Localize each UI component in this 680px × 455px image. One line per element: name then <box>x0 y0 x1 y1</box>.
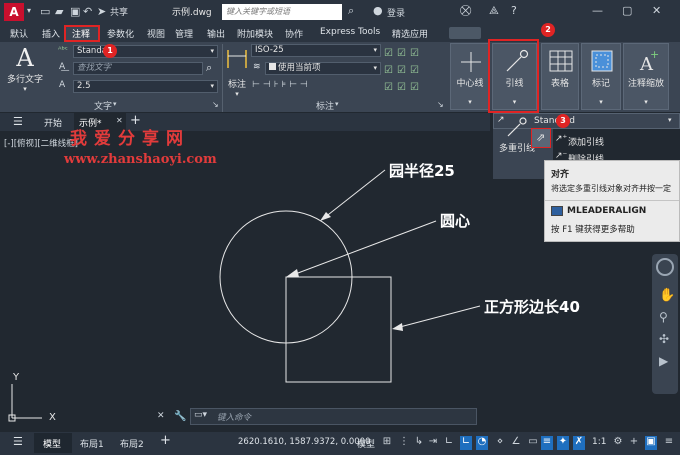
tooltip-divider <box>545 200 679 201</box>
command-placeholder: 键入命令 <box>217 413 252 423</box>
workspace-gear-icon[interactable]: ⚙ <box>612 436 624 450</box>
orbit-icon[interactable]: ✣ <box>659 332 669 346</box>
grid-icon[interactable]: ⊞ <box>381 436 393 450</box>
polar-icon[interactable]: ◔ <box>476 436 488 450</box>
snap-icon[interactable]: ⋮ <box>398 436 410 450</box>
annotation-monitor-icon[interactable]: + <box>628 436 640 450</box>
infer-icon[interactable]: ↳ <box>413 436 425 450</box>
center-annotation[interactable]: 圆心 <box>440 210 470 231</box>
osnap-track-icon[interactable]: ∠ <box>510 436 522 450</box>
dynamic-input-icon[interactable]: ⇥ <box>427 436 439 450</box>
multileader-button[interactable]: 多重引线 <box>495 115 535 159</box>
close-cmd-icon[interactable]: ✕ <box>157 411 165 421</box>
align-leader-button[interactable]: ⇗ <box>531 128 551 148</box>
center-leader-arrow <box>286 269 299 277</box>
tab-layout2[interactable]: 布局2 <box>120 437 144 450</box>
align-tooltip: 对齐 将选定多重引线对象对齐并按一定 MLEADERALIGN 按 F1 键获得… <box>544 160 680 242</box>
add-layout-button[interactable]: + <box>160 433 171 448</box>
tab-layout1[interactable]: 布局1 <box>80 437 104 450</box>
command-icon <box>551 206 563 216</box>
annotation-scale[interactable]: 1:1 <box>592 437 606 447</box>
isodraft-icon[interactable]: ⋄ <box>494 436 506 450</box>
add-leader-icon: ↗⁺ <box>555 134 568 144</box>
lineweight-icon[interactable]: ≡ <box>541 436 553 450</box>
tab-model[interactable]: 模型 <box>34 433 72 453</box>
model-space-toggle[interactable]: 模型 <box>357 437 375 450</box>
square-shape[interactable] <box>285 276 392 383</box>
radius-annotation[interactable]: 园半径25 <box>389 160 455 181</box>
pan-hand-icon[interactable]: ✋ <box>659 288 675 303</box>
square-leader-line <box>395 305 481 329</box>
showmotion-icon[interactable]: ▶ <box>659 354 668 368</box>
cursor-coordinates: 2620.1610, 1587.9372, 0.0000 <box>238 437 371 447</box>
ortho-active-icon[interactable]: ∟ <box>460 436 472 450</box>
multileader-icon <box>507 117 527 137</box>
ortho-icon[interactable]: ∟ <box>443 436 455 450</box>
center-leader-line <box>289 220 437 277</box>
ucs-y-label: Y <box>13 372 20 383</box>
cmd-prompt-icon: ▭▾ <box>194 410 208 420</box>
transparency-icon[interactable]: ✦ <box>557 436 569 450</box>
tooltip-command: MLEADERALIGN <box>567 206 647 216</box>
tooltip-description: 将选定多重引线对象对齐并按一定 <box>551 184 671 193</box>
add-leader-button[interactable]: 添加引线 <box>568 135 604 148</box>
step-badge-2: 2 <box>541 23 555 37</box>
square-leader-arrow <box>392 323 403 331</box>
square-annotation[interactable]: 正方形边长40 <box>484 296 580 317</box>
step-badge-1: 1 <box>103 44 117 58</box>
tooltip-help: 按 F1 键获得更多帮助 <box>551 225 635 235</box>
layout-menu-icon[interactable]: ☰ <box>13 435 23 448</box>
tooltip-title: 对齐 <box>551 170 570 180</box>
align-leader-icon: ⇗ <box>536 131 546 144</box>
customize-cmd-icon[interactable]: 🔧 <box>174 411 186 422</box>
customize-status-icon[interactable]: ≡ <box>663 436 675 450</box>
radius-leader-line <box>323 169 386 219</box>
tab-model-label: 模型 <box>43 440 62 450</box>
units-icon[interactable]: ▣ <box>645 436 657 450</box>
osnap-icon[interactable]: ▭ <box>527 436 539 450</box>
steering-wheel-icon[interactable] <box>656 258 674 276</box>
navigation-bar: ✋ ⚲ ✣ ▶ <box>652 254 678 394</box>
selection-cycling-icon[interactable]: ✗ <box>573 436 585 450</box>
zoom-icon[interactable]: ⚲ <box>659 310 668 324</box>
command-input[interactable]: ▭▾ 键入命令 <box>190 408 477 425</box>
ucs-x-label: X <box>49 412 56 423</box>
step-badge-3: 3 <box>556 114 570 128</box>
